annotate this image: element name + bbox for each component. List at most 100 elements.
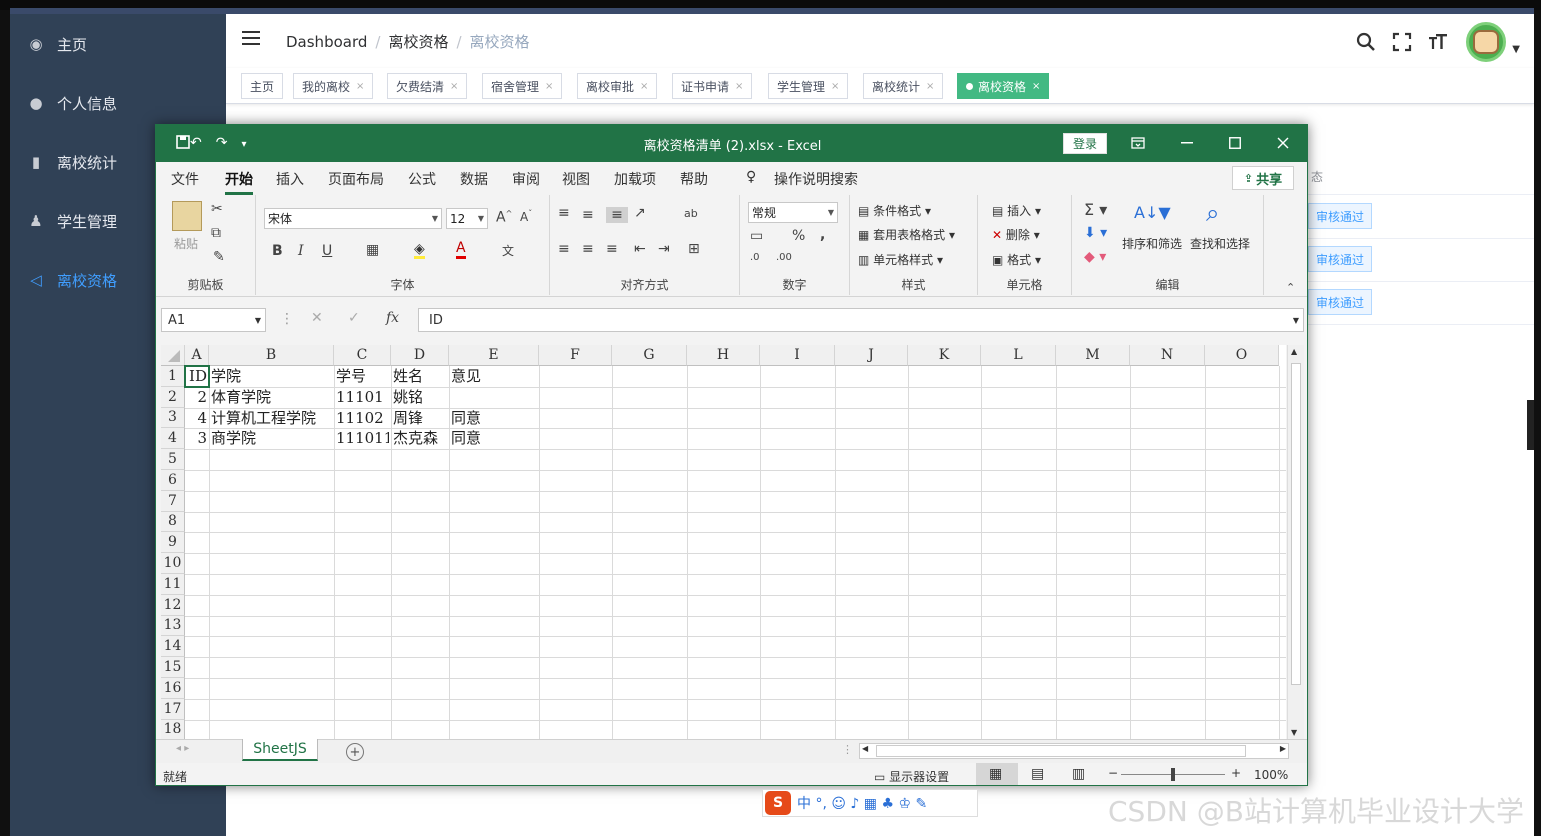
align-bottom-icon[interactable]: ≡ (606, 207, 628, 223)
tab-view[interactable]: 视图 (562, 169, 590, 189)
split-handle-icon[interactable]: ⋮ (842, 743, 853, 756)
row-header[interactable]: 15 (161, 657, 185, 678)
enter-icon[interactable]: ✓ (348, 310, 360, 326)
login-button[interactable]: 登录 (1063, 133, 1107, 154)
row-header[interactable]: 17 (161, 698, 185, 720)
column-header[interactable]: N (1130, 345, 1205, 366)
tab-help[interactable]: 帮助 (680, 169, 708, 189)
format-cells-button[interactable]: ▣ 格式 ▾ (992, 251, 1041, 268)
row-header[interactable]: 2 (161, 386, 185, 408)
zoom-out-icon[interactable]: − (1108, 766, 1118, 780)
close-icon[interactable]: × (926, 81, 934, 92)
spreadsheet-grid[interactable]: A B C D E F G H I J K L M N O 1 2 3 4 5 6 7 8 9 10 11 12 13 14 15 16 17… (161, 345, 1286, 739)
align-middle-icon[interactable]: ≡ (582, 207, 594, 223)
column-header[interactable]: D (391, 345, 449, 366)
tag-leave-stats[interactable]: 离校统计 × (863, 73, 944, 99)
insert-cells-button[interactable]: ▤ 插入 ▾ (992, 202, 1041, 219)
scroll-down-icon[interactable]: ▼ (1291, 728, 1297, 737)
phonetic-icon[interactable]: 文 (502, 242, 514, 259)
cell-styles-button[interactable]: ▥ 单元格样式 ▾ (858, 251, 943, 268)
table-cell[interactable]: 111011 (336, 429, 389, 449)
hamburger-icon[interactable] (242, 31, 260, 47)
zoom-in-icon[interactable]: + (1231, 766, 1241, 780)
table-cell[interactable]: 11102 (336, 409, 389, 429)
decrease-decimal-icon[interactable]: .00 (776, 252, 792, 263)
table-cell[interactable]: 姚铭 (393, 388, 447, 408)
table-cell[interactable]: 学号 (336, 367, 389, 387)
cancel-icon[interactable]: ✕ (311, 310, 323, 326)
close-icon[interactable]: × (640, 81, 648, 92)
display-settings-button[interactable]: ▭ 显示器设置 (874, 768, 949, 785)
hscroll-thumb[interactable] (876, 745, 1246, 757)
tab-page-layout[interactable]: 页面布局 (328, 169, 384, 189)
close-icon[interactable]: × (450, 81, 458, 92)
column-header[interactable]: B (209, 345, 334, 366)
sheet-tab[interactable]: SheetJS (242, 739, 318, 761)
column-header[interactable]: C (334, 345, 391, 366)
row-header[interactable]: 10 (161, 553, 185, 574)
underline-icon[interactable]: U (322, 243, 332, 259)
close-icon[interactable]: × (831, 81, 839, 92)
row-header[interactable]: 1 (161, 366, 185, 387)
table-cell[interactable]: 周锋 (393, 409, 447, 429)
close-icon[interactable]: × (735, 81, 743, 92)
row-header[interactable]: 6 (161, 470, 185, 491)
scroll-left-icon[interactable]: ◀ (862, 744, 868, 753)
sidebar-item-home[interactable]: ◉ 主页 (10, 24, 226, 64)
column-header[interactable]: G (612, 345, 687, 366)
delete-cells-button[interactable]: ✕ 删除 ▾ (992, 226, 1040, 243)
ribbon-display-icon[interactable] (1118, 131, 1158, 155)
row-header[interactable]: 8 (161, 511, 185, 533)
increase-decimal-icon[interactable]: .0 (750, 252, 760, 263)
table-cell[interactable]: 同意 (451, 409, 537, 429)
wrap-text-icon[interactable]: ab (684, 207, 698, 220)
tell-me-search[interactable]: 操作说明搜索 (774, 169, 858, 189)
font-size-select[interactable]: 12 ▼ (446, 208, 488, 229)
clear-icon[interactable]: ◆ ▾ (1084, 249, 1106, 265)
tag-students[interactable]: 学生管理 × (768, 73, 849, 99)
share-button[interactable]: ⇪ 共享 (1232, 166, 1294, 190)
column-header[interactable]: L (981, 345, 1056, 366)
row-header[interactable]: 16 (161, 678, 185, 699)
tab-addins[interactable]: 加载项 (614, 169, 656, 189)
tab-home[interactable]: 开始 (225, 169, 253, 195)
maximize-icon[interactable] (1215, 131, 1255, 155)
align-left-icon[interactable]: ≡ (558, 241, 570, 257)
row-header[interactable]: 3 (161, 407, 185, 429)
fullscreen-icon[interactable] (1384, 32, 1420, 52)
row-header[interactable]: 12 (161, 594, 185, 616)
decrease-font-icon[interactable]: Aˇ (520, 209, 532, 224)
bold-icon[interactable]: B (272, 243, 283, 259)
decrease-indent-icon[interactable]: ⇤ (634, 241, 646, 257)
row-header[interactable]: 14 (161, 636, 185, 658)
sort-filter-button[interactable]: 排序和筛选 (1122, 235, 1182, 252)
increase-indent-icon[interactable]: ⇥ (658, 241, 670, 257)
ime-toolbar[interactable]: S 中 °, ☺ ♪ ▦ ♣ ♔ ✎ (762, 789, 978, 817)
font-color-icon[interactable]: A (456, 241, 466, 259)
tag-home[interactable]: 主页 (241, 73, 284, 99)
copy-icon[interactable]: ⧉ (211, 225, 221, 241)
table-cell[interactable]: 2 (187, 388, 207, 408)
paste-button[interactable]: 粘贴 (174, 235, 198, 252)
find-select-button[interactable]: 查找和选择 (1190, 235, 1250, 252)
increase-font-icon[interactable]: A^ (496, 209, 512, 226)
table-cell[interactable]: 体育学院 (211, 388, 332, 408)
column-header[interactable]: E (449, 345, 539, 366)
table-cell[interactable] (451, 388, 537, 408)
search-icon[interactable] (1348, 32, 1384, 52)
formula-input[interactable]: ID ▼ (418, 308, 1304, 332)
align-right-icon[interactable]: ≡ (606, 241, 618, 257)
find-icon[interactable]: ⌕ (1206, 199, 1219, 227)
tag-certificate[interactable]: 证书申请 × (672, 73, 753, 99)
sidebar-item-profile[interactable]: ● 个人信息 (10, 83, 226, 123)
table-cell[interactable]: 商学院 (211, 429, 332, 449)
tab-review[interactable]: 审阅 (512, 169, 540, 189)
row-header[interactable]: 13 (161, 615, 185, 637)
tab-file[interactable]: 文件 (171, 169, 199, 189)
accounting-format-icon[interactable]: ▭ (750, 228, 763, 244)
vertical-scrollbar[interactable]: ▲ ▼ (1287, 345, 1304, 739)
tag-fees[interactable]: 欠费结清 × (387, 73, 468, 99)
caret-down-icon[interactable]: ▼ (1512, 44, 1520, 55)
tab-formulas[interactable]: 公式 (408, 169, 436, 189)
table-cell[interactable]: 杰克森 (393, 429, 447, 449)
